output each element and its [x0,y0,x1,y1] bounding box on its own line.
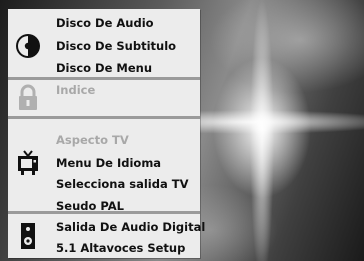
background-video: Disco De Audio Disco De Subtitulo Disco … [0,0,364,261]
menu-item-disco-de-menu[interactable]: Disco De Menu [56,61,152,75]
menu-item-menu-de-idioma[interactable]: Menu De Idioma [56,156,161,170]
menu-item-disco-de-subtitulo[interactable]: Disco De Subtitulo [56,39,176,53]
rating-group: Indice [8,80,200,116]
tv-settings-group: Aspecto TV Menu De Idioma Selecciona sal… [8,119,200,213]
menu-item-5-1-altavoces-setup[interactable]: 5.1 Altavoces Setup [56,241,185,255]
tv-icon [14,149,42,177]
menu-item-aspecto-tv[interactable]: Aspecto TV [56,133,129,147]
setup-menu: Disco De Audio Disco De Subtitulo Disco … [8,9,205,258]
menu-item-disco-de-audio[interactable]: Disco De Audio [56,16,154,30]
speaker-icon [14,222,42,250]
menu-item-selecciona-salida-tv[interactable]: Selecciona salida TV [56,177,188,191]
disc-icon [14,32,42,60]
audio-settings-group: Salida De Audio Digital 5.1 Altavoces Se… [8,214,205,258]
disc-settings-group: Disco De Audio Disco De Subtitulo Disco … [8,11,200,77]
menu-item-indice[interactable]: Indice [56,83,95,97]
lock-icon [14,84,42,112]
menu-item-salida-de-audio-digital[interactable]: Salida De Audio Digital [56,220,205,234]
